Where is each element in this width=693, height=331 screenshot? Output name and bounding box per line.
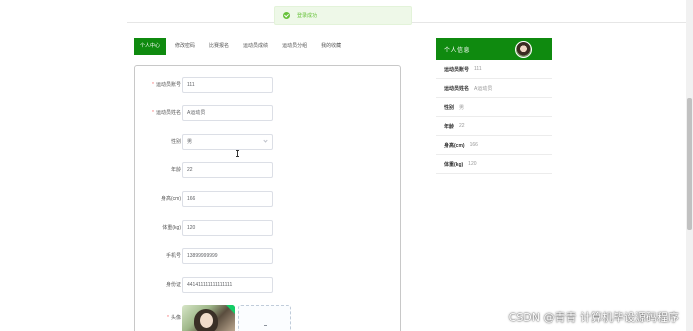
- chevron-down-icon: [263, 138, 268, 143]
- tab-athlete-scores[interactable]: 运动员成绩: [238, 38, 273, 55]
- athlete-no-input[interactable]: 111: [182, 77, 273, 93]
- uploaded-check-icon: [226, 305, 235, 314]
- gender-select[interactable]: 男: [182, 134, 273, 150]
- height-input[interactable]: 166: [182, 191, 273, 207]
- phone-label: 手机号: [165, 253, 181, 259]
- info-row-athlete-no: 运动员账号 111: [436, 60, 552, 79]
- phone-input[interactable]: 13899999999: [182, 248, 273, 264]
- age-input[interactable]: 22: [182, 162, 273, 178]
- athlete-name-label: * 运动员姓名: [152, 110, 181, 116]
- form-row-age: 年龄 22: [135, 162, 402, 178]
- info-row-athlete-name: 运动员姓名 A运动员: [436, 79, 552, 98]
- success-toast: 登录成功: [274, 6, 412, 25]
- tab-athlete-groups[interactable]: 运动员分组: [277, 38, 312, 55]
- avatar-upload-button[interactable]: [238, 305, 291, 331]
- tab-my-favorites[interactable]: 我的收藏: [316, 38, 346, 55]
- id-card-input[interactable]: 441411111111111111: [182, 277, 273, 293]
- success-check-icon: [283, 12, 290, 19]
- avatar: [515, 41, 532, 58]
- avatar-image[interactable]: [182, 305, 235, 331]
- tab-match-registration[interactable]: 比赛报名: [204, 38, 234, 55]
- avatar-label: * 头像: [167, 315, 181, 321]
- athlete-no-label: * 运动员账号: [152, 82, 181, 88]
- info-card-title: 个人信息: [444, 47, 471, 54]
- athlete-name-input[interactable]: A运动员: [182, 105, 273, 121]
- form-row-athlete-no: * 运动员账号 111: [135, 77, 402, 93]
- watermark-text: CSDN @青青 计算机毕设源码程序: [508, 311, 679, 324]
- info-row-age: 年龄 22: [436, 117, 552, 136]
- required-mark: *: [152, 82, 154, 88]
- tab-bar: 个人中心 修改密码 比赛报名 运动员成绩 运动员分组 我的收藏: [134, 38, 350, 55]
- toast-message: 登录成功: [297, 13, 318, 19]
- form-row-height: 身高(cm) 166: [135, 191, 402, 207]
- personal-info-card: 个人信息 运动员账号 111 运动员姓名 A运动员 性别男 年龄 22 身高(cm) 1…: [436, 38, 552, 174]
- height-label: 身高(cm): [161, 196, 181, 202]
- info-row-height: 身高(cm) 166: [436, 136, 552, 155]
- form-row-avatar: * 头像: [135, 305, 402, 331]
- form-row-weight: 体重(kg) 120: [135, 220, 402, 236]
- tab-personal-center[interactable]: 个人中心: [134, 38, 167, 55]
- scrollbar-thumb[interactable]: [687, 98, 692, 230]
- id-card-label: 身份证: [165, 282, 181, 288]
- info-row-weight: 体重(kg) 120: [436, 155, 552, 174]
- tab-change-password[interactable]: 修改密码: [170, 38, 200, 55]
- form-row-athlete-name: * 运动员姓名 A运动员: [135, 105, 402, 121]
- required-mark: *: [167, 315, 169, 321]
- form-row-gender: 性别 男: [135, 134, 402, 150]
- required-mark: *: [152, 110, 154, 116]
- text-cursor-icon: [236, 150, 239, 157]
- gender-value: 男: [187, 139, 193, 145]
- form-row-id-card: 身份证 441411111111111111: [135, 277, 402, 293]
- form-row-phone: 手机号 13899999999: [135, 248, 402, 264]
- plus-icon: [264, 325, 267, 326]
- weight-label: 体重(kg): [162, 225, 181, 231]
- info-row-gender: 性别男: [436, 98, 552, 117]
- info-card-header: 个人信息: [436, 38, 552, 60]
- profile-form: * 运动员账号 111 * 运动员姓名 A运动员 性别 男 年龄 22 身高(cm)…: [134, 65, 401, 331]
- weight-input[interactable]: 120: [182, 220, 273, 236]
- age-label: 年龄: [170, 167, 181, 173]
- gender-label: 性别: [170, 139, 181, 145]
